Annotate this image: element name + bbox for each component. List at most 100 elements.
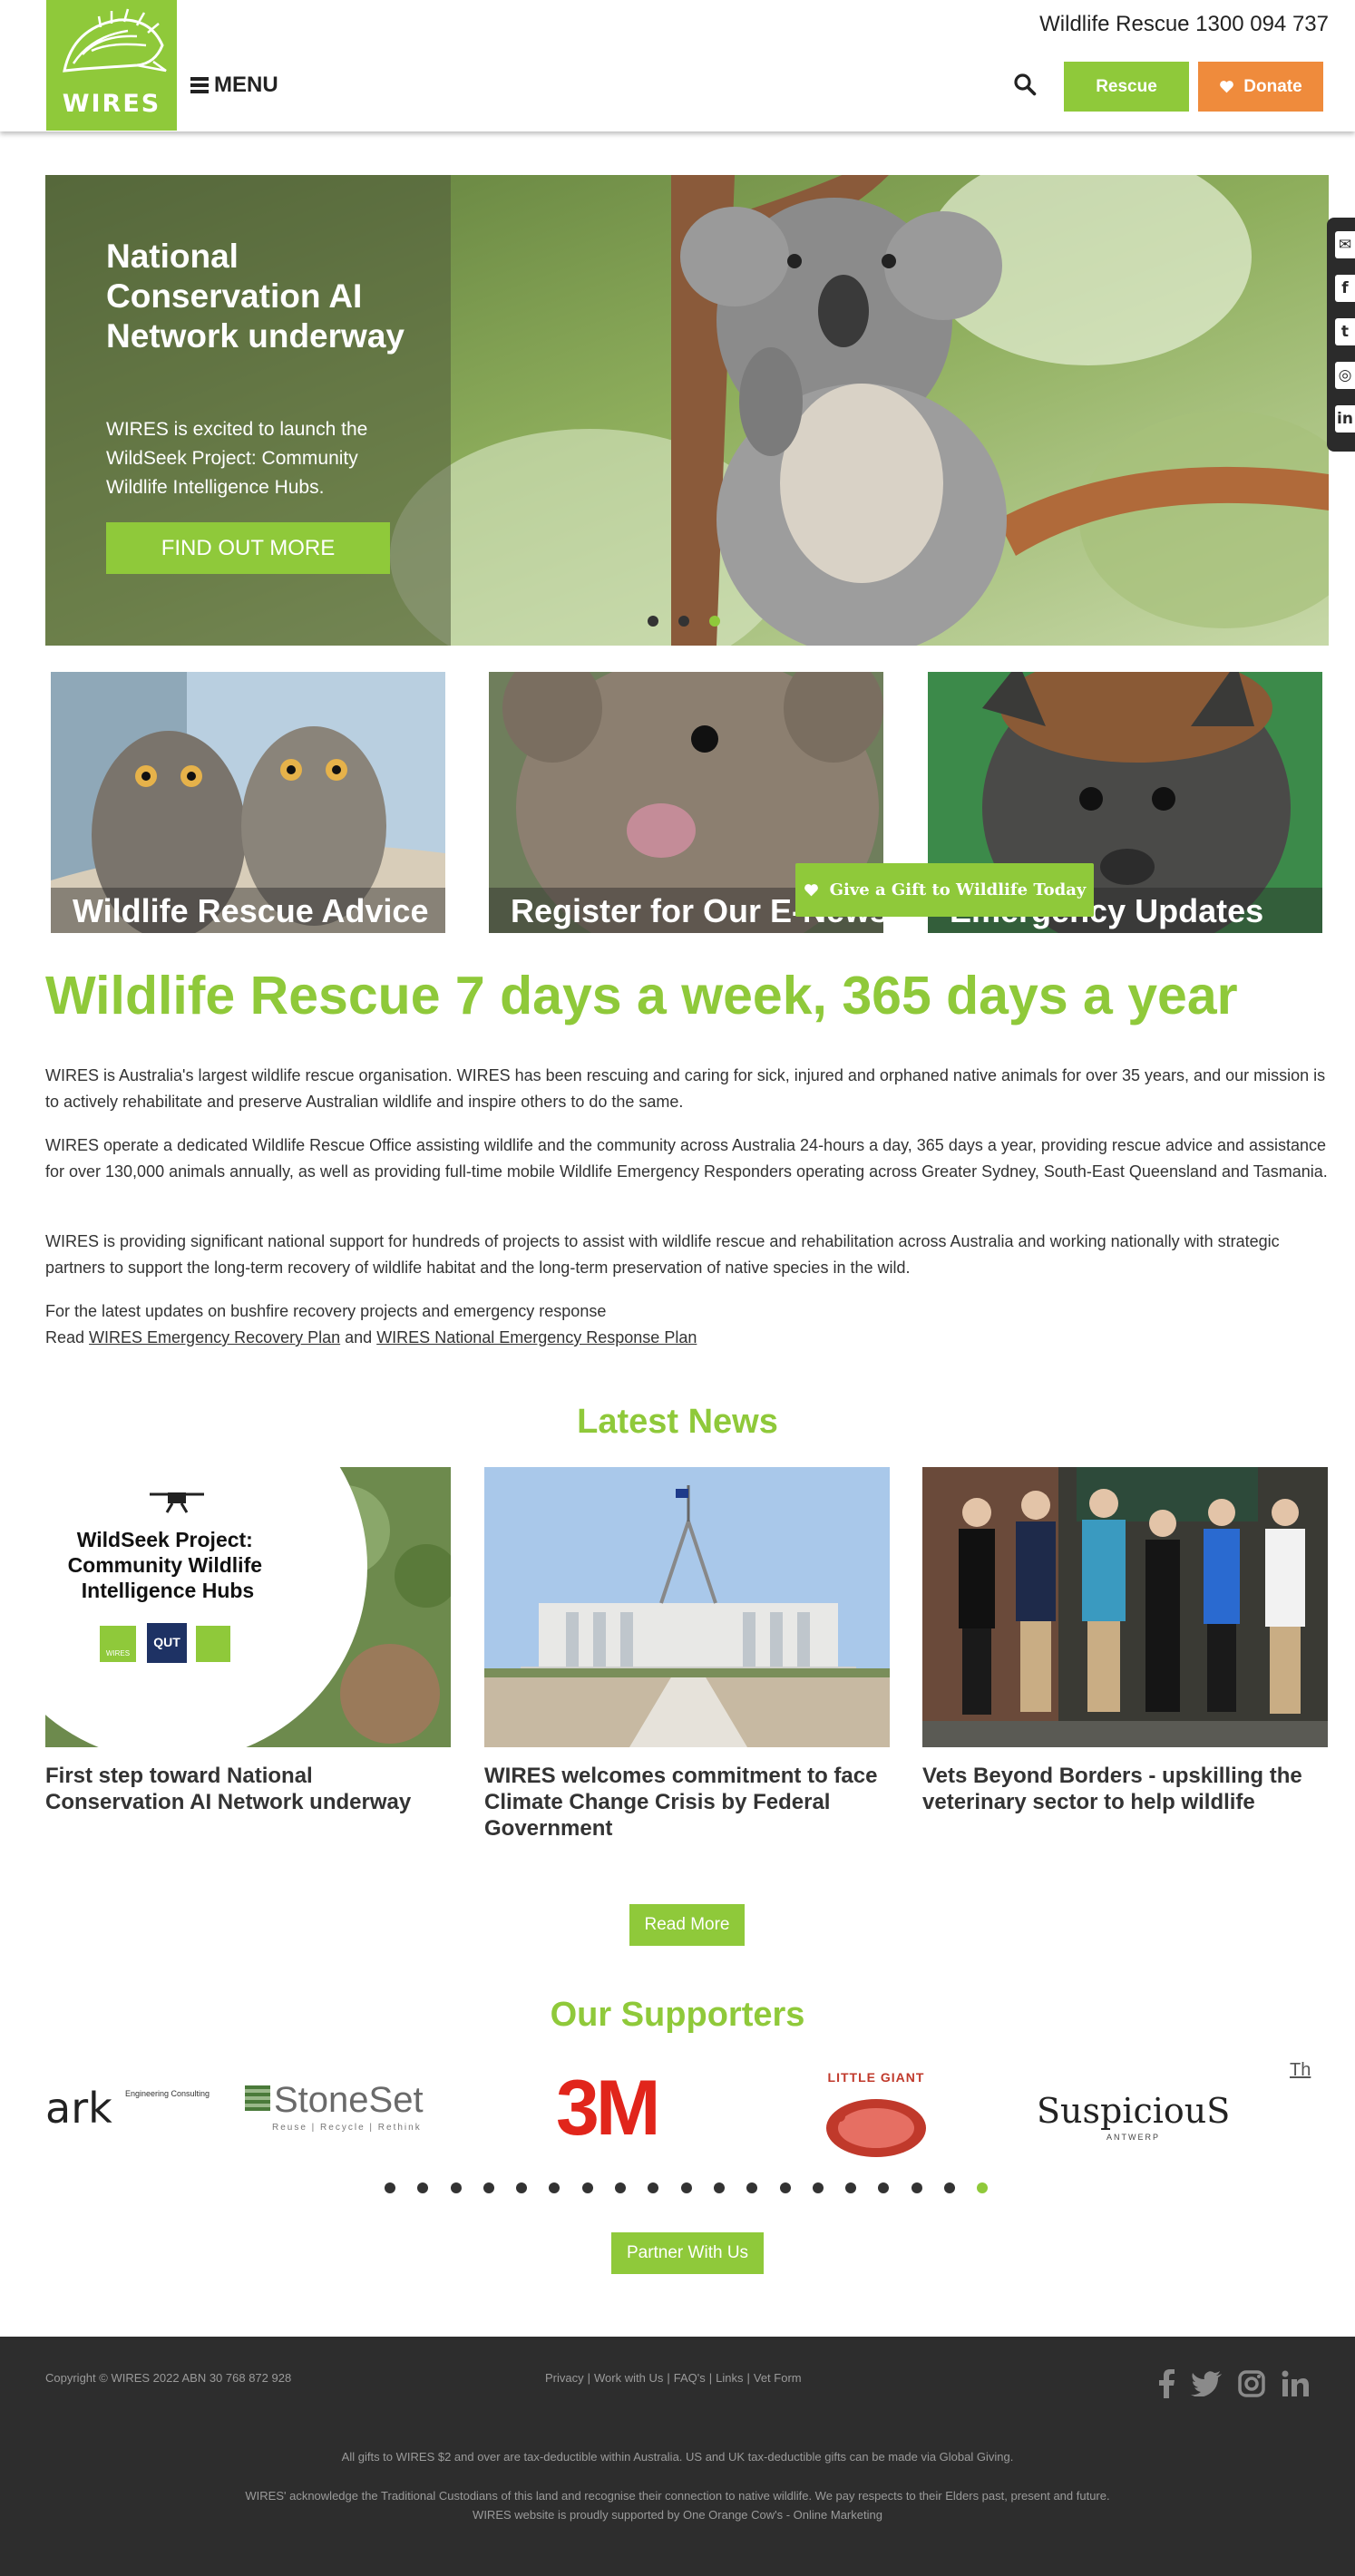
carousel-dot[interactable] xyxy=(680,2182,692,2193)
carousel-dot[interactable] xyxy=(516,2182,528,2193)
intro-paragraph: WIRES is providing significant national … xyxy=(45,1232,1280,1277)
tile-label: Wildlife Rescue Advice xyxy=(51,888,445,933)
twitter-icon[interactable]: t xyxy=(1335,318,1355,345)
little-giant-text: LITTLE GIANT xyxy=(828,2070,925,2085)
menu-button[interactable]: MENU xyxy=(190,73,278,98)
site-footer: Copyright © WIRES 2022 ABN 30 768 872 92… xyxy=(0,2337,1355,2576)
news-title-link[interactable]: WIRES welcomes commitment to face Climat… xyxy=(484,1763,890,1842)
supporter-logo-3m[interactable]: 3M xyxy=(556,2067,660,2149)
intro-paragraph: WIRES operate a dedicated Wildlife Rescu… xyxy=(45,1136,1328,1181)
wires-partner-logo: WIRES xyxy=(106,1649,130,1657)
news-card: WIRES welcomes commitment to face Climat… xyxy=(484,1467,890,1842)
emergency-recovery-plan-link[interactable]: WIRES Emergency Recovery Plan xyxy=(89,1328,340,1346)
latest-news-title: Latest News xyxy=(577,1403,778,1441)
carousel-dot[interactable] xyxy=(648,2182,659,2193)
news-image[interactable] xyxy=(484,1467,890,1747)
carousel-dot[interactable] xyxy=(615,2182,627,2193)
supporter-logo-suspicious[interactable]: SuspiciouS xyxy=(1037,2091,1230,2131)
supporter-logo-suspicious-sub: ANTWERP xyxy=(1106,2133,1160,2142)
donate-button[interactable]: Donate xyxy=(1198,62,1323,112)
news-title-link[interactable]: Vets Beyond Borders - upskilling the vet… xyxy=(922,1763,1328,1815)
supporters-carousel: ark Engineering Consulting StoneSet Reus… xyxy=(45,2058,1329,2167)
carousel-dot[interactable] xyxy=(581,2182,593,2193)
national-emergency-response-plan-link[interactable]: WIRES National Emergency Response Plan xyxy=(376,1328,697,1346)
facebook-icon[interactable]: f xyxy=(1335,275,1355,302)
linkedin-icon[interactable]: in xyxy=(1335,405,1355,433)
carousel-dot[interactable] xyxy=(878,2182,890,2193)
footer-link-links[interactable]: Links xyxy=(716,2371,743,2385)
carousel-dot[interactable] xyxy=(549,2182,561,2193)
partner-with-us-button[interactable]: Partner With Us xyxy=(611,2232,764,2274)
bushfire-text: For the latest updates on bushfire recov… xyxy=(45,1302,607,1320)
instagram-icon[interactable]: ◎ xyxy=(1335,362,1355,389)
parliament-house-photo xyxy=(484,1467,890,1747)
news-image[interactable] xyxy=(922,1467,1328,1747)
twitter-icon[interactable] xyxy=(1191,2371,1222,2396)
carousel-dot[interactable] xyxy=(845,2182,857,2193)
wildseek-heading: WildSeek Project: Community Wildlife Int… xyxy=(68,1528,268,1602)
give-gift-label: Give a Gift to Wildlife Today xyxy=(829,880,1087,899)
rescue-button[interactable]: Rescue xyxy=(1064,62,1189,112)
instagram-icon[interactable] xyxy=(1238,2370,1265,2397)
wildseek-graphic: WildSeek Project: Community Wildlife Int… xyxy=(45,1467,451,1747)
linkedin-icon[interactable] xyxy=(1282,2370,1309,2397)
qut-partner-logo: QUT xyxy=(153,1635,180,1649)
supporters-dots xyxy=(385,2182,989,2193)
hero-title: National Conservation AI Network underwa… xyxy=(106,238,405,355)
carousel-dot[interactable] xyxy=(779,2182,791,2193)
carousel-dot[interactable] xyxy=(911,2182,922,2193)
search-icon[interactable] xyxy=(1013,73,1037,96)
carousel-dot[interactable] xyxy=(385,2182,395,2193)
hero-carousel: National Conservation AI Network underwa… xyxy=(45,175,1329,646)
email-icon[interactable]: ✉ xyxy=(1335,231,1355,258)
carousel-dot[interactable] xyxy=(746,2182,758,2193)
read-more-button[interactable]: Read More xyxy=(629,1904,745,1946)
supporter-logo-little-giant[interactable]: LITTLE GIANT xyxy=(813,2060,940,2164)
stoneset-mark-icon xyxy=(245,2085,270,2111)
support-note: WIRES website is proudly supported by On… xyxy=(473,2508,882,2522)
intro-paragraph: WIRES is Australia's largest wildlife re… xyxy=(45,1066,1326,1111)
hamburger-icon xyxy=(190,77,209,93)
footer-link-vet-form[interactable]: Vet Form xyxy=(754,2371,802,2385)
footer-link-faqs[interactable]: FAQ's xyxy=(674,2371,706,2385)
and-text: and xyxy=(340,1328,377,1346)
carousel-dot[interactable] xyxy=(648,616,658,627)
supporter-logo-ark[interactable]: ark xyxy=(45,2084,112,2133)
news-title-link[interactable]: First step toward National Conservation … xyxy=(45,1763,451,1815)
separator: | xyxy=(708,2371,713,2385)
phone-number[interactable]: Wildlife Rescue 1300 094 737 xyxy=(1039,12,1329,37)
menu-label: MENU xyxy=(214,73,278,97)
carousel-dot[interactable] xyxy=(944,2182,956,2193)
footer-link-privacy[interactable]: Privacy xyxy=(545,2371,584,2385)
carousel-dot[interactable] xyxy=(713,2182,725,2193)
carousel-dot[interactable] xyxy=(483,2182,494,2193)
news-image[interactable]: WildSeek Project: Community Wildlife Int… xyxy=(45,1467,451,1747)
tile-wildlife-rescue-advice[interactable]: Wildlife Rescue Advice xyxy=(51,672,445,933)
supporter-logo-ark-sub: Engineering Consulting xyxy=(125,2089,210,2098)
tax-note: All gifts to WIRES $2 and over are tax-d… xyxy=(341,2450,1014,2464)
separator: | xyxy=(746,2371,750,2385)
carousel-dot[interactable] xyxy=(450,2182,462,2193)
echidna-logo-icon xyxy=(63,8,167,73)
carousel-dot[interactable] xyxy=(417,2182,429,2193)
supporter-logo-stoneset[interactable]: StoneSet xyxy=(274,2080,424,2121)
give-gift-button[interactable]: Give a Gift to Wildlife Today xyxy=(795,863,1094,917)
supporter-logo-broken[interactable]: Th xyxy=(1290,2060,1311,2081)
news-card: WildSeek Project: Community Wildlife Int… xyxy=(45,1467,451,1815)
our-supporters-title: Our Supporters xyxy=(550,1996,805,2034)
wires-logo[interactable]: WIRES xyxy=(46,0,177,131)
facebook-icon[interactable] xyxy=(1158,2369,1175,2398)
hero-description: WIRES is excited to launch the WildSeek … xyxy=(106,419,368,498)
find-out-more-button[interactable]: FIND OUT MORE xyxy=(106,522,390,574)
separator: | xyxy=(587,2371,591,2385)
acknowledgement: WIRES' acknowledge the Traditional Custo… xyxy=(245,2489,1110,2503)
footer-link-work-with-us[interactable]: Work with Us xyxy=(594,2371,663,2385)
carousel-dot[interactable] xyxy=(678,616,689,627)
heart-icon xyxy=(1220,81,1234,93)
vets-group-photo xyxy=(922,1467,1328,1747)
news-card: Vets Beyond Borders - upskilling the vet… xyxy=(922,1467,1328,1815)
carousel-dot-active[interactable] xyxy=(709,616,720,627)
carousel-dot[interactable] xyxy=(812,2182,824,2193)
footer-social xyxy=(1158,2369,1309,2398)
carousel-dot-active[interactable] xyxy=(977,2182,989,2193)
